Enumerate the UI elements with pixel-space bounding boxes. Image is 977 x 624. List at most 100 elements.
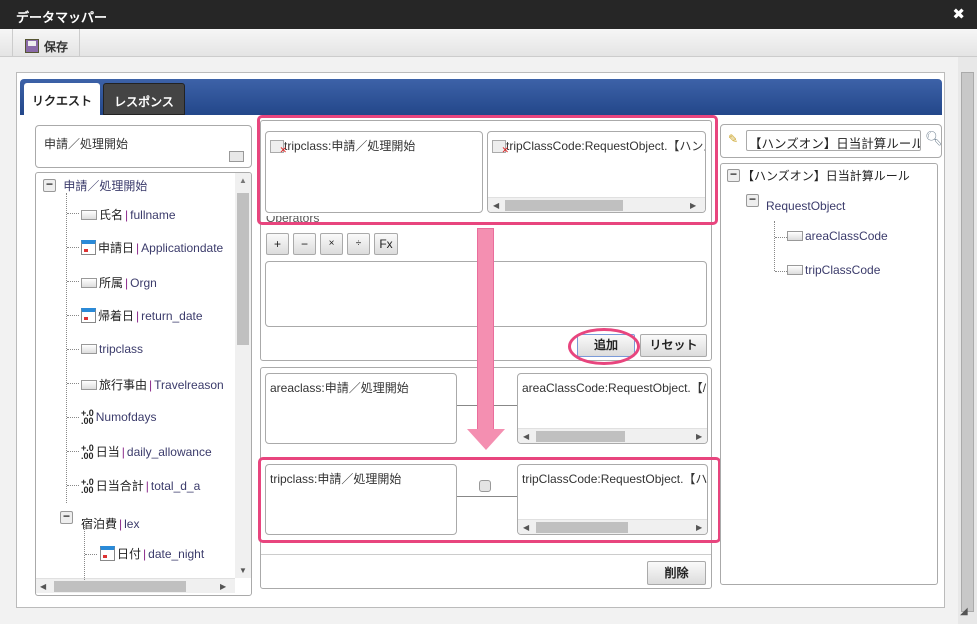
page-scrollbar[interactable] — [958, 57, 977, 624]
save-button[interactable]: 保存 — [12, 29, 80, 57]
node-label: 所属 — [99, 276, 124, 290]
toolbar: 保存 — [0, 29, 977, 57]
node-label: tripClassCode — [805, 263, 881, 277]
number-icon: +.0.00 — [81, 476, 94, 495]
node-label: 旅行事由 — [99, 378, 148, 392]
text-field-icon — [81, 209, 97, 220]
node-label: 宿泊費 — [81, 517, 118, 531]
node-separator: | — [125, 275, 129, 290]
tree-item-tripclass[interactable]: tripclass — [81, 342, 143, 356]
tree-item-numofdays[interactable]: +.0.00 Numofdays — [81, 408, 157, 426]
tree-item-applicationdate[interactable]: 申請日 | Applicationdate — [81, 239, 223, 256]
node-separator: | — [121, 444, 125, 459]
tree-item-return-date[interactable]: 帰着日 | return_date — [81, 307, 203, 324]
node-label: Numofdays — [95, 410, 157, 424]
arrowhead-icon — [467, 429, 505, 450]
node-id: fullname — [130, 207, 176, 222]
node-separator: | — [149, 377, 153, 392]
node-id: date_night — [148, 546, 205, 561]
rule-search-input[interactable]: 【ハンズオン】日当計算ルール — [746, 130, 921, 151]
number-icon: +.0.00 — [81, 442, 94, 461]
rule-tree-root[interactable]: − 【ハンズオン】日当計算ルール — [727, 167, 910, 184]
resize-grip-icon[interactable]: ◢ — [960, 606, 968, 617]
rule-search-panel: ✎ 【ハンズオン】日当計算ルール 🔍︎ — [720, 124, 943, 158]
highlight-add-button — [568, 328, 640, 365]
text-field-icon — [787, 265, 803, 275]
node-id: return_date — [141, 308, 203, 323]
node-label: tripclass — [99, 342, 144, 356]
tree-group-lex[interactable]: − — [60, 510, 73, 524]
reset-button[interactable]: リセット — [640, 334, 707, 357]
tree-item-orgn[interactable]: 所属 | Orgn — [81, 274, 157, 291]
tab-request[interactable]: リクエスト — [24, 83, 100, 115]
operator-minus-button[interactable]: − — [293, 233, 316, 255]
node-id: lex — [124, 516, 140, 531]
text-field-icon — [787, 231, 803, 241]
node-label: areaClassCode — [805, 229, 888, 243]
node-separator: | — [125, 207, 129, 222]
text-field-icon — [81, 344, 97, 354]
collapse-icon[interactable]: − — [746, 193, 759, 207]
node-separator: | — [136, 308, 140, 323]
text-field-icon — [81, 379, 97, 390]
node-id: daily_allowance — [126, 444, 212, 459]
close-icon[interactable]: ✖ — [952, 5, 965, 23]
tree-item-date-night[interactable]: 日付 | date_night — [100, 545, 204, 562]
node-label: 日当合計 — [95, 479, 144, 493]
node-separator: | — [119, 516, 123, 531]
node-id: Travelreason — [154, 377, 224, 392]
node-label: 帰着日 — [98, 309, 135, 323]
collapse-icon[interactable]: − — [727, 168, 740, 182]
operator-divide-button[interactable]: ÷ — [347, 233, 370, 255]
node-label: 日付 — [117, 547, 142, 561]
source-tree: ▲ ▼ ◀ ▶ − 申請／処理開始 氏名 | fullname 申請日 | App… — [35, 172, 252, 596]
node-separator: | — [143, 546, 147, 561]
rule-tree-areaclasscode[interactable]: areaClassCode — [787, 229, 888, 243]
arrow-down-icon — [477, 228, 494, 430]
tree-item-total-d-a[interactable]: +.0.00 日当合計 | total_d_a — [81, 477, 200, 494]
delete-button[interactable]: 削除 — [647, 561, 706, 585]
node-label: 日当 — [95, 445, 120, 459]
mapping-target-text: areaClassCode:RequestObject.【/ — [522, 381, 707, 395]
tree-vscroll[interactable]: ▲ ▼ — [235, 173, 251, 578]
tab-response[interactable]: レスポンス — [103, 83, 185, 115]
mapping-source[interactable]: areaclass:申請／処理開始 — [265, 373, 457, 444]
search-icon[interactable]: 🔍︎ — [925, 130, 943, 147]
collapse-icon[interactable]: − — [43, 178, 56, 192]
text-field-icon — [81, 277, 97, 288]
tree-group-label: 宿泊費 | lex — [81, 515, 139, 532]
list-icon[interactable] — [229, 151, 244, 162]
node-label: 申請／処理開始 — [63, 179, 148, 193]
function-button[interactable]: Fx — [374, 233, 398, 255]
operator-plus-button[interactable]: + — [266, 233, 289, 255]
source-select-value: 申請／処理開始 — [44, 137, 129, 151]
rule-tree-tripclasscode[interactable]: tripClassCode — [787, 263, 880, 277]
rule-tree: − 【ハンズオン】日当計算ルール − RequestObject areaClas… — [720, 163, 938, 585]
rule-tree-requestobject[interactable]: − — [746, 193, 759, 207]
calendar-icon — [81, 240, 96, 255]
operator-multiply-button[interactable]: × — [320, 233, 343, 255]
tree-root[interactable]: − 申請／処理開始 — [43, 177, 147, 194]
mapping-target[interactable]: areaClassCode:RequestObject.【/ ◀ ▶ — [517, 373, 708, 444]
mapping-hscroll[interactable]: ◀ ▶ — [518, 428, 707, 443]
source-select[interactable]: 申請／処理開始 — [35, 125, 252, 168]
node-id: total_d_a — [150, 478, 201, 493]
tree-hscroll[interactable]: ◀ ▶ — [36, 578, 235, 593]
highlight-new-mapping — [258, 457, 721, 543]
number-icon: +.0.00 — [81, 408, 94, 426]
pencil-icon: ✎ — [728, 132, 739, 146]
tree-item-fullname[interactable]: 氏名 | fullname — [81, 206, 176, 223]
collapse-icon[interactable]: − — [60, 510, 73, 524]
node-label: 【ハンズオン】日当計算ルール — [742, 169, 910, 183]
node-separator: | — [145, 478, 149, 493]
node-separator: | — [136, 240, 140, 255]
save-label: 保存 — [44, 39, 69, 54]
rule-tree-requestobject-label: RequestObject — [766, 199, 846, 213]
tree-item-travelreason[interactable]: 旅行事由 | Travelreason — [81, 376, 224, 393]
node-label: 申請日 — [98, 241, 135, 255]
highlight-selection — [257, 115, 718, 225]
node-id: Orgn — [130, 275, 157, 290]
node-label: 氏名 — [99, 208, 124, 222]
tree-item-daily-allowance[interactable]: +.0.00 日当 | daily_allowance — [81, 443, 212, 460]
calendar-icon — [100, 546, 115, 561]
